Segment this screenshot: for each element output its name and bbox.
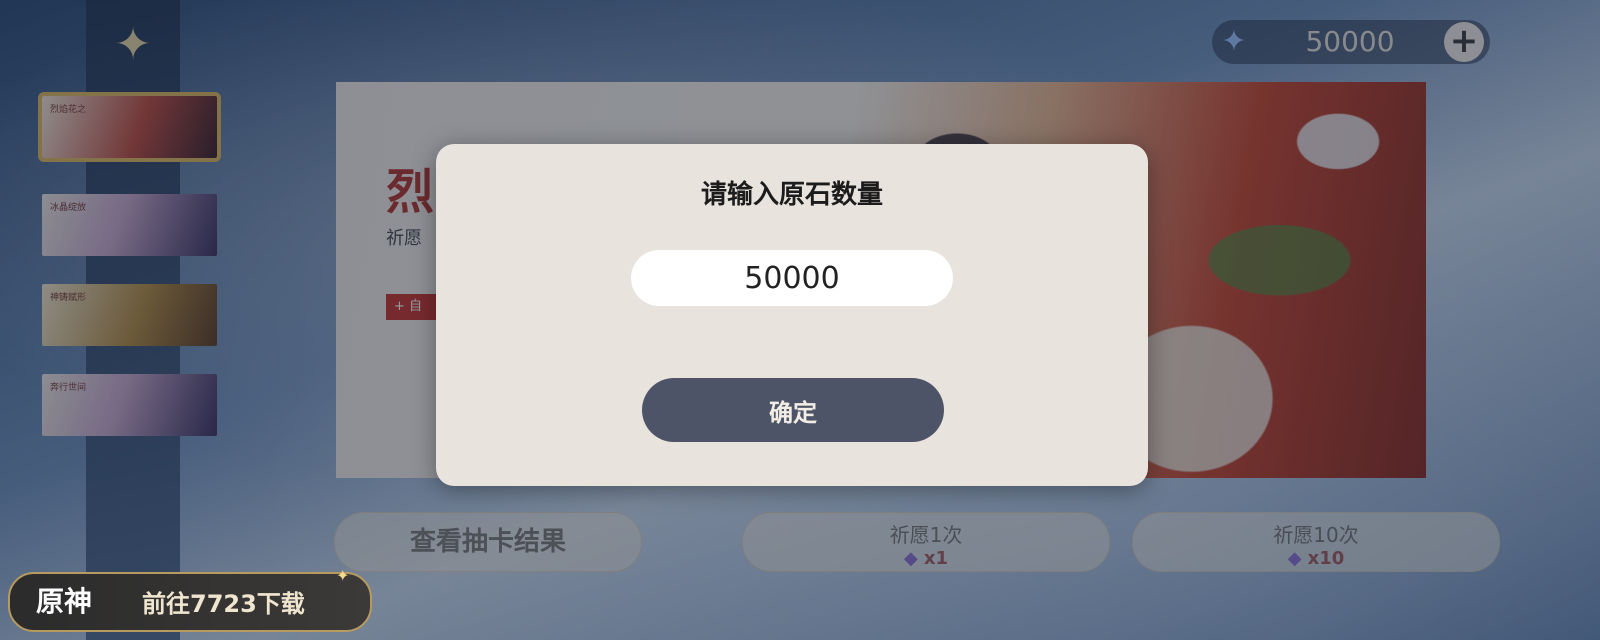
dialog-title: 请输入原石数量 xyxy=(700,180,883,210)
input-dialog: 请输入原石数量 确定 xyxy=(436,144,1148,486)
download-link[interactable]: 前往7723下载 xyxy=(142,584,305,619)
sparkle-icon: ✦ xyxy=(336,566,350,585)
primogem-amount-input[interactable] xyxy=(631,250,953,306)
game-logo: 原神 xyxy=(36,585,93,618)
confirm-button[interactable]: 确定 xyxy=(642,378,944,442)
